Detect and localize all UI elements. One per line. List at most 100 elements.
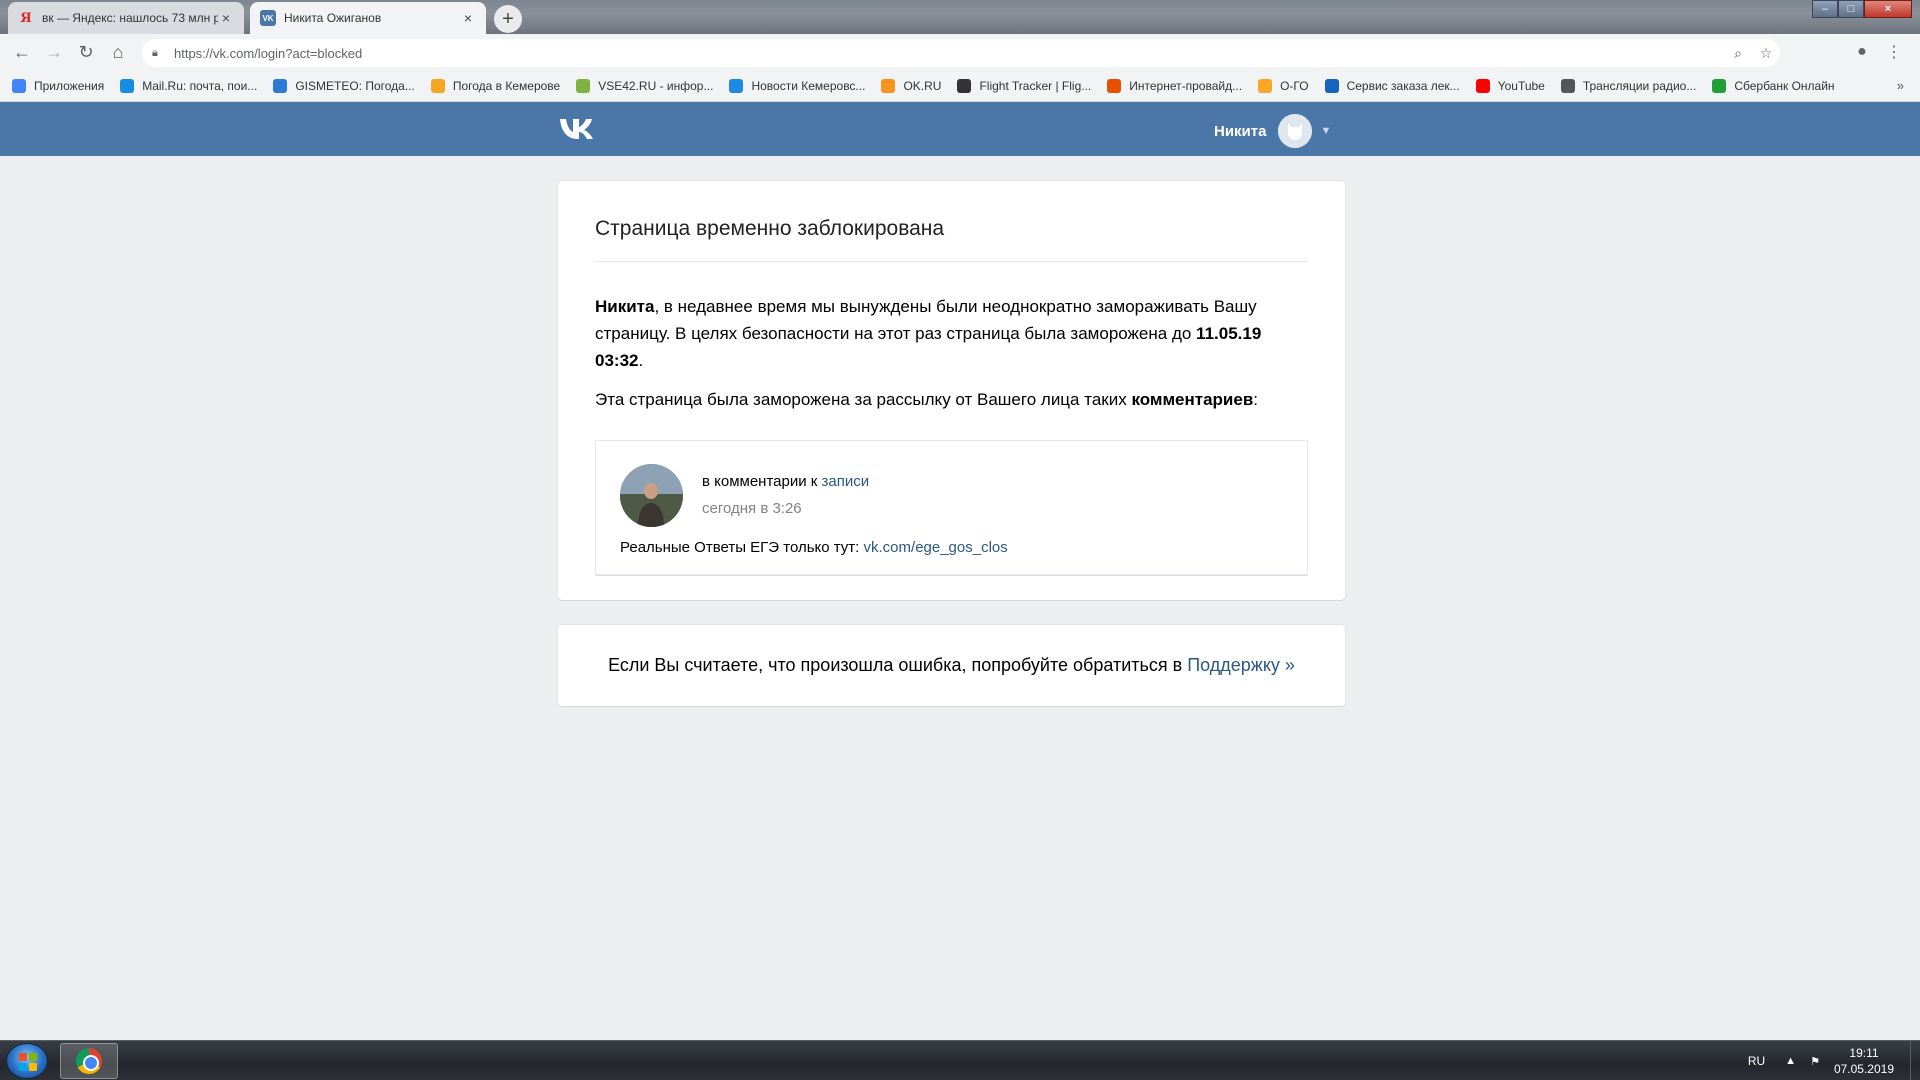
bookmark-item[interactable]: Сбербанк Онлайн xyxy=(1712,78,1835,93)
bookmark-label: GISMETEO: Погода... xyxy=(295,78,415,93)
mailru-icon xyxy=(120,78,135,93)
bookmark-item[interactable]: GISMETEO: Погода... xyxy=(273,78,415,93)
maximize-button[interactable]: □ xyxy=(1838,0,1864,18)
comment-block: в комментарии к записи сегодня в 3:26 Ре… xyxy=(595,440,1308,575)
divider xyxy=(595,261,1308,262)
reload-icon[interactable]: ↻ xyxy=(70,36,102,68)
tab-yandex[interactable]: Я вк — Яндекс: нашлось 73 млн р × xyxy=(8,2,244,34)
bookmark-item[interactable]: Mail.Ru: почта, пои... xyxy=(120,78,257,93)
user-name-bold: Никита xyxy=(595,297,655,316)
close-tab-icon[interactable]: × xyxy=(218,10,234,26)
clock[interactable]: 19:11 07.05.2019 xyxy=(1834,1045,1894,1077)
bookmark-label: Погода в Кемерове xyxy=(452,78,561,93)
support-message: Если Вы считаете, что произошла ошибка, … xyxy=(558,655,1345,676)
action-center-flag-icon[interactable]: ⚑ xyxy=(1810,1055,1820,1068)
pharmacy-icon xyxy=(1324,78,1339,93)
lock-icon: 🔒︎ xyxy=(152,46,158,59)
news-icon xyxy=(729,78,744,93)
url-text[interactable]: https://vk.com/login?act=blocked xyxy=(174,46,1724,61)
bookmark-label: VSE42.RU - инфор... xyxy=(598,78,714,93)
bookmark-item[interactable]: YouTube xyxy=(1475,78,1545,93)
bookmark-item[interactable]: Сервис заказа лек... xyxy=(1324,78,1460,93)
reason-text: Эта страница была заморожена за рассылку… xyxy=(595,390,1132,409)
bookmark-item[interactable]: Трансляции радио... xyxy=(1560,78,1697,93)
bookmark-label: О-ГО xyxy=(1280,78,1309,93)
tab-title: вк — Яндекс: нашлось 73 млн р xyxy=(42,11,218,25)
back-icon[interactable]: ← xyxy=(6,36,38,68)
bookmarks-bar: Приложения Mail.Ru: почта, пои... GISMETEO… xyxy=(0,70,1920,102)
blocked-text: , в недавнее время мы вынуждены были нео… xyxy=(595,297,1257,343)
comment-link[interactable]: vk.com/ege_gos_clos xyxy=(864,539,1008,556)
bookmark-label: Приложения xyxy=(34,78,105,93)
minimize-button[interactable]: – xyxy=(1812,0,1838,18)
reason-bold: комментариев xyxy=(1131,390,1254,409)
youtube-icon xyxy=(1475,78,1490,93)
bookmark-item[interactable]: Погода в Кемерове xyxy=(430,78,561,93)
bookmark-label: Интернет-провайд... xyxy=(1129,78,1243,93)
bookmark-item[interactable]: Приложения xyxy=(12,78,105,93)
bookmark-item[interactable]: Интернет-провайд... xyxy=(1107,78,1243,93)
start-button[interactable] xyxy=(6,1043,48,1079)
weather-icon xyxy=(430,78,445,93)
profile-icon[interactable]: ● xyxy=(1846,36,1878,68)
bookmarks-more-icon[interactable]: » xyxy=(1897,78,1904,93)
bookmark-label: Трансляции радио... xyxy=(1582,78,1697,93)
bookmark-item[interactable]: VSE42.RU - инфор... xyxy=(576,78,714,93)
bookmark-label: Flight Tracker | Flig... xyxy=(979,78,1092,93)
provider-icon xyxy=(1107,78,1122,93)
bookmark-item[interactable]: О-ГО xyxy=(1258,78,1309,93)
vk-logo-icon[interactable] xyxy=(558,116,598,142)
close-window-button[interactable]: × xyxy=(1864,0,1912,18)
ok-icon xyxy=(881,78,896,93)
system-tray: RU ▲ ⚑ 19:11 07.05.2019 xyxy=(1748,1041,1908,1080)
browser-titlebar: Я вк — Яндекс: нашлось 73 млн р × VK Ник… xyxy=(0,0,1920,34)
gismeteo-icon xyxy=(273,78,288,93)
bookmark-label: Сервис заказа лек... xyxy=(1346,78,1460,93)
bookmark-label: Новости Кемеровс... xyxy=(751,78,866,93)
bookmark-label: YouTube xyxy=(1497,78,1545,93)
menu-icon[interactable]: ⋮ xyxy=(1878,36,1910,68)
ogo-icon xyxy=(1258,78,1273,93)
comment-prefix: в комментарии к xyxy=(702,473,822,490)
tab-vk[interactable]: VK Никита Ожиганов × xyxy=(250,2,486,34)
blocked-message: Никита, в недавнее время мы вынуждены бы… xyxy=(595,293,1308,374)
comment-time: сегодня в 3:26 xyxy=(702,500,802,517)
post-link[interactable]: записи xyxy=(822,473,870,490)
bookmark-item[interactable]: Новости Кемеровс... xyxy=(729,78,866,93)
forward-icon[interactable]: → xyxy=(38,36,70,68)
taskbar: RU ▲ ⚑ 19:11 07.05.2019 xyxy=(0,1040,1920,1080)
support-text: Если Вы считаете, что произошла ошибка, … xyxy=(608,655,1188,675)
reason-message: Эта страница была заморожена за рассылку… xyxy=(595,386,1308,413)
radio-icon xyxy=(1560,78,1575,93)
new-tab-button[interactable]: + xyxy=(494,5,522,33)
support-link[interactable]: Поддержку » xyxy=(1187,655,1295,675)
comment-context: в комментарии к записи xyxy=(702,473,869,490)
tab-title: Никита Ожиганов xyxy=(284,11,382,25)
comment-avatar[interactable] xyxy=(620,464,683,527)
zoom-icon[interactable]: ⌕ xyxy=(1724,45,1752,62)
address-bar[interactable]: 🔒︎ https://vk.com/login?act=blocked ⌕ ☆ xyxy=(142,39,1780,67)
blocked-card: Страница временно заблокирована Никита, … xyxy=(558,181,1345,600)
yandex-icon: Я xyxy=(20,10,32,26)
user-menu[interactable]: Никита ▼ xyxy=(1214,114,1331,148)
bookmark-label: Сбербанк Онлайн xyxy=(1734,78,1835,93)
language-indicator[interactable]: RU xyxy=(1748,1054,1765,1068)
show-desktop-button[interactable] xyxy=(1910,1041,1920,1080)
avatar xyxy=(1278,114,1313,148)
bookmark-star-icon[interactable]: ☆ xyxy=(1752,45,1780,62)
tray-arrow-icon[interactable]: ▲ xyxy=(1785,1055,1796,1067)
bookmark-item[interactable]: Flight Tracker | Flig... xyxy=(957,78,1092,93)
bookmark-item[interactable]: OK.RU xyxy=(881,78,942,93)
vk-header: Никита ▼ xyxy=(0,102,1920,156)
clock-time: 19:11 xyxy=(1849,1046,1879,1060)
bookmark-label: OK.RU xyxy=(903,78,942,93)
comment-body: Реальные Ответы ЕГЭ только тут: xyxy=(620,539,864,556)
taskbar-chrome[interactable] xyxy=(60,1043,118,1079)
sberbank-icon xyxy=(1712,78,1727,93)
flight-tracker-icon xyxy=(957,78,972,93)
close-tab-icon[interactable]: × xyxy=(460,10,476,26)
home-icon[interactable]: ⌂ xyxy=(102,36,134,68)
browser-toolbar: ← → ↻ ⌂ 🔒︎ https://vk.com/login?act=bloc… xyxy=(0,34,1920,70)
support-card: Если Вы считаете, что произошла ошибка, … xyxy=(558,625,1345,706)
punctuation: : xyxy=(1253,390,1259,409)
